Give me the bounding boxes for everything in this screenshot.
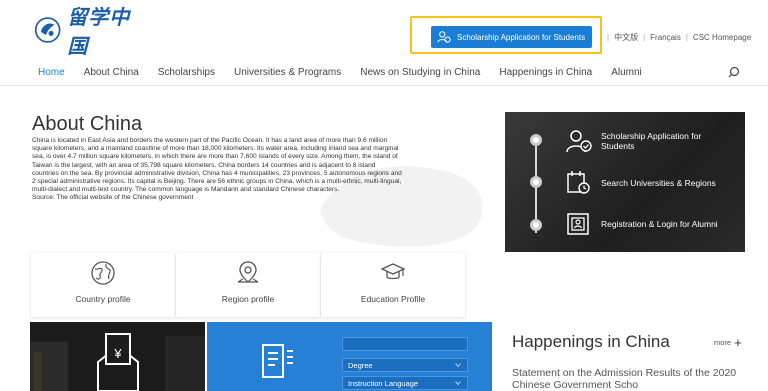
- about-china-section: About China China is located in East Asi…: [32, 113, 402, 203]
- timeline-dot: [530, 219, 542, 231]
- student-icon: [437, 31, 451, 43]
- chevron-down-icon: [455, 381, 461, 386]
- nav-home[interactable]: Home: [38, 67, 65, 78]
- main-nav: Home About China Scholarships Universiti…: [0, 58, 768, 86]
- map-pin-icon: [237, 261, 259, 283]
- card-label: Education Profile: [360, 294, 426, 304]
- nav-about-china[interactable]: About China: [84, 67, 139, 78]
- about-paragraph: China is located in East Asia and border…: [32, 137, 402, 194]
- search-icon[interactable]: [728, 66, 740, 78]
- happenings-title: Happenings in China: [512, 332, 670, 351]
- region-profile-card[interactable]: Region profile: [176, 253, 320, 317]
- panel-item-label: Search Universities & Regions: [601, 178, 716, 188]
- panel-registration-login[interactable]: Registration & Login for Alumni: [565, 210, 721, 238]
- site-logo[interactable]: 留学中国: [34, 5, 139, 58]
- language-links: | 中文版 | Français | CSC Homepage: [602, 32, 751, 43]
- scholarship-application-label: Scholarship Application for Students: [457, 32, 586, 42]
- select-value: Instruction Language: [348, 378, 419, 388]
- nav-alumni[interactable]: Alumni: [611, 67, 642, 78]
- scholarships-banner[interactable]: ¥: [30, 322, 205, 391]
- card-label: Region profile: [221, 294, 275, 304]
- logo-emblem-icon: [34, 17, 61, 43]
- csc-homepage-link[interactable]: CSC Homepage: [693, 33, 751, 42]
- panel-item-label: Registration & Login for Alumni: [601, 219, 718, 229]
- panel-scholarship-application[interactable]: Scholarship Application for Students: [565, 127, 721, 155]
- panel-item-label: Scholarship Application for Students: [601, 131, 702, 151]
- timeline-dot: [530, 176, 542, 188]
- search-keyword-input[interactable]: [342, 337, 468, 351]
- graduation-cap-icon: [380, 263, 406, 280]
- instruction-language-select[interactable]: Instruction Language: [342, 376, 468, 390]
- logo-text: 留学中国: [67, 5, 131, 58]
- chevron-down-icon: [455, 363, 461, 368]
- quick-access-panel: Scholarship Application for Students Sea…: [505, 112, 745, 252]
- student-check-icon: [566, 130, 592, 153]
- nav-news[interactable]: News on Studying in China: [360, 67, 480, 78]
- scholarship-application-button[interactable]: Scholarship Application for Students: [431, 26, 592, 48]
- more-label: more: [714, 338, 732, 347]
- country-profile-card[interactable]: Country profile: [31, 253, 175, 317]
- svg-text:¥: ¥: [113, 346, 122, 361]
- panel-search-universities[interactable]: Search Universities & Regions: [565, 169, 721, 197]
- calendar-search-icon: [567, 171, 590, 194]
- select-value: Degree: [348, 360, 373, 370]
- plus-icon: +: [734, 335, 742, 350]
- more-link[interactable]: more +: [714, 335, 742, 350]
- card-label: Country profile: [75, 294, 131, 304]
- divider: |: [685, 33, 688, 42]
- about-source: Source: The official website of the Chin…: [32, 194, 194, 202]
- id-card-icon: [567, 213, 589, 235]
- nav-happenings[interactable]: Happenings in China: [499, 67, 592, 78]
- degree-select[interactable]: Degree: [342, 358, 468, 372]
- globe-icon: [91, 261, 115, 285]
- document-list-icon: [262, 344, 293, 378]
- nav-scholarships[interactable]: Scholarships: [158, 67, 215, 78]
- nav-universities-programs[interactable]: Universities & Programs: [234, 67, 341, 78]
- site-header: 留学中国 Scholarship Application for Student…: [0, 0, 768, 58]
- timeline-dot: [530, 134, 542, 146]
- lang-chinese-link[interactable]: 中文版: [614, 32, 638, 43]
- news-item[interactable]: Statement on the Admission Results of th…: [512, 367, 742, 391]
- divider: |: [643, 33, 646, 42]
- divider: |: [607, 33, 610, 42]
- education-profile-card[interactable]: Education Profile: [321, 253, 465, 317]
- lang-french-link[interactable]: Français: [650, 33, 681, 42]
- envelope-money-icon: ¥: [97, 333, 139, 391]
- about-title: About China: [32, 113, 143, 135]
